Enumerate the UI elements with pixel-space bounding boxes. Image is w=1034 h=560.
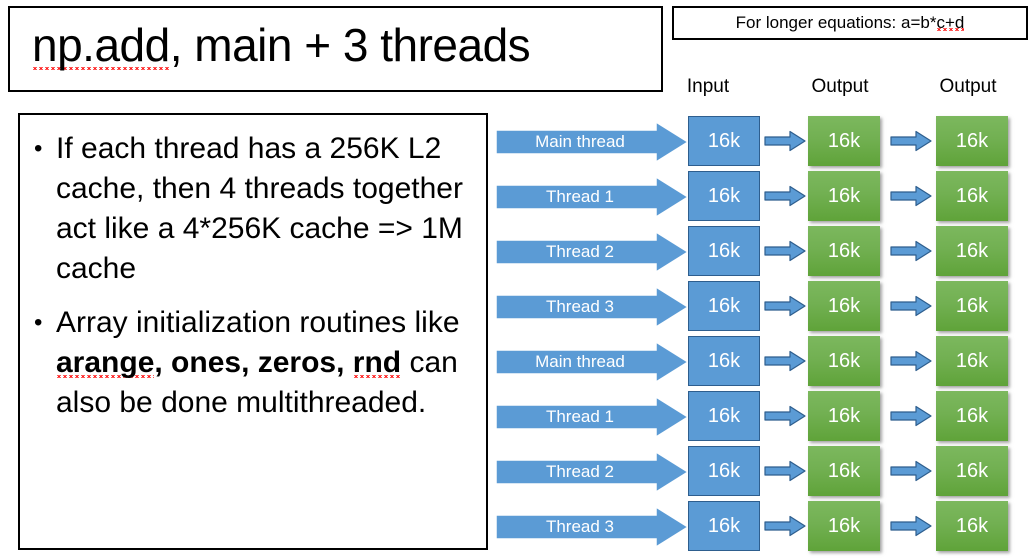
- input-block: 16k: [688, 171, 760, 221]
- thread-arrow: Main thread: [495, 120, 690, 164]
- output-block-2: 16k: [936, 226, 1008, 276]
- thread-label: Thread 1: [545, 407, 615, 426]
- page-title: np.add, main + 3 threads: [32, 16, 531, 74]
- thread-label: Thread 3: [545, 297, 615, 316]
- output-block-2: 16k: [936, 281, 1008, 331]
- thread-arrow: Thread 3: [495, 505, 690, 549]
- output-block-1: 16k: [808, 336, 880, 386]
- thread-arrow: Main thread: [495, 340, 690, 384]
- output-block-2: 16k: [936, 446, 1008, 496]
- thread-label: Thread 2: [545, 242, 615, 261]
- output-block-1: 16k: [808, 501, 880, 551]
- flow-arrow-icon: [890, 295, 932, 317]
- column-header-input: Input: [686, 76, 730, 97]
- flow-arrow-icon: [890, 405, 932, 427]
- thread-arrow: Thread 2: [495, 230, 690, 274]
- output-block-2: 16k: [936, 336, 1008, 386]
- equation-note-prefix: For longer equations: a=b*: [735, 13, 937, 32]
- thread-arrow: Thread 1: [495, 395, 690, 439]
- column-header-output-2: Output: [939, 76, 997, 97]
- equation-note-text: For longer equations: a=b*c+d: [736, 13, 965, 33]
- bullet-marker: •: [34, 309, 43, 336]
- flow-arrow-icon: [890, 350, 932, 372]
- output-block-2: 16k: [936, 171, 1008, 221]
- thread-arrow: Thread 2: [495, 450, 690, 494]
- title-remainder: , main + 3 threads: [169, 19, 531, 71]
- flow-arrow-icon: [764, 295, 806, 317]
- output-block-1: 16k: [808, 171, 880, 221]
- input-block: 16k: [688, 336, 760, 386]
- output-block-1: 16k: [808, 116, 880, 166]
- output-block-2: 16k: [936, 391, 1008, 441]
- thread-arrow: Thread 3: [495, 285, 690, 329]
- column-header-output-1: Output: [811, 76, 869, 97]
- input-block: 16k: [688, 501, 760, 551]
- flow-arrow-icon: [764, 405, 806, 427]
- title-misspelled-word: np.add: [32, 19, 170, 71]
- equation-note-misspelled: c+d: [936, 13, 965, 32]
- flow-arrow-icon: [890, 130, 932, 152]
- equation-note-box: For longer equations: a=b*c+d: [672, 6, 1028, 40]
- flow-arrow-icon: [890, 185, 932, 207]
- flow-arrow-icon: [764, 130, 806, 152]
- bullet-bold-arange: arange: [56, 346, 155, 379]
- thread-label: Thread 1: [545, 187, 615, 206]
- flow-arrow-icon: [764, 240, 806, 262]
- input-block: 16k: [688, 446, 760, 496]
- thread-pipeline-diagram: Input Output Output Main thread 16k 16k 16k…: [490, 76, 1034, 560]
- output-block-1: 16k: [808, 446, 880, 496]
- output-block-2: 16k: [936, 116, 1008, 166]
- flow-arrow-icon: [764, 460, 806, 482]
- output-block-1: 16k: [808, 281, 880, 331]
- input-block: 16k: [688, 116, 760, 166]
- thread-label: Thread 3: [545, 517, 615, 536]
- output-block-1: 16k: [808, 391, 880, 441]
- output-block-2: 16k: [936, 501, 1008, 551]
- thread-label: Main thread: [535, 132, 625, 151]
- flow-arrow-icon: [890, 460, 932, 482]
- bullet-bold-middle: , ones, zeros,: [154, 346, 353, 379]
- flow-arrow-icon: [764, 515, 806, 537]
- flow-arrow-icon: [890, 240, 932, 262]
- bullet-text-lead: Array initialization routines like: [56, 306, 460, 339]
- thread-label: Main thread: [535, 352, 625, 371]
- input-block: 16k: [688, 226, 760, 276]
- bullet-text: If each thread has a 256K L2 cache, then…: [56, 132, 463, 285]
- flow-arrow-icon: [764, 185, 806, 207]
- flow-arrow-icon: [890, 515, 932, 537]
- bullet-item: • If each thread has a 256K L2 cache, th…: [34, 129, 476, 289]
- thread-arrow: Thread 1: [495, 175, 690, 219]
- bullet-bold-rnd: rnd: [352, 346, 402, 379]
- flow-arrow-icon: [764, 350, 806, 372]
- bullet-text: Array initialization routines like arang…: [56, 303, 476, 423]
- thread-label: Thread 2: [545, 462, 615, 481]
- input-block: 16k: [688, 391, 760, 441]
- output-block-1: 16k: [808, 226, 880, 276]
- input-block: 16k: [688, 281, 760, 331]
- bullet-item: • Array initialization routines like ara…: [34, 303, 476, 423]
- slide-body-box: • If each thread has a 256K L2 cache, th…: [18, 113, 488, 550]
- bullet-marker: •: [34, 135, 43, 162]
